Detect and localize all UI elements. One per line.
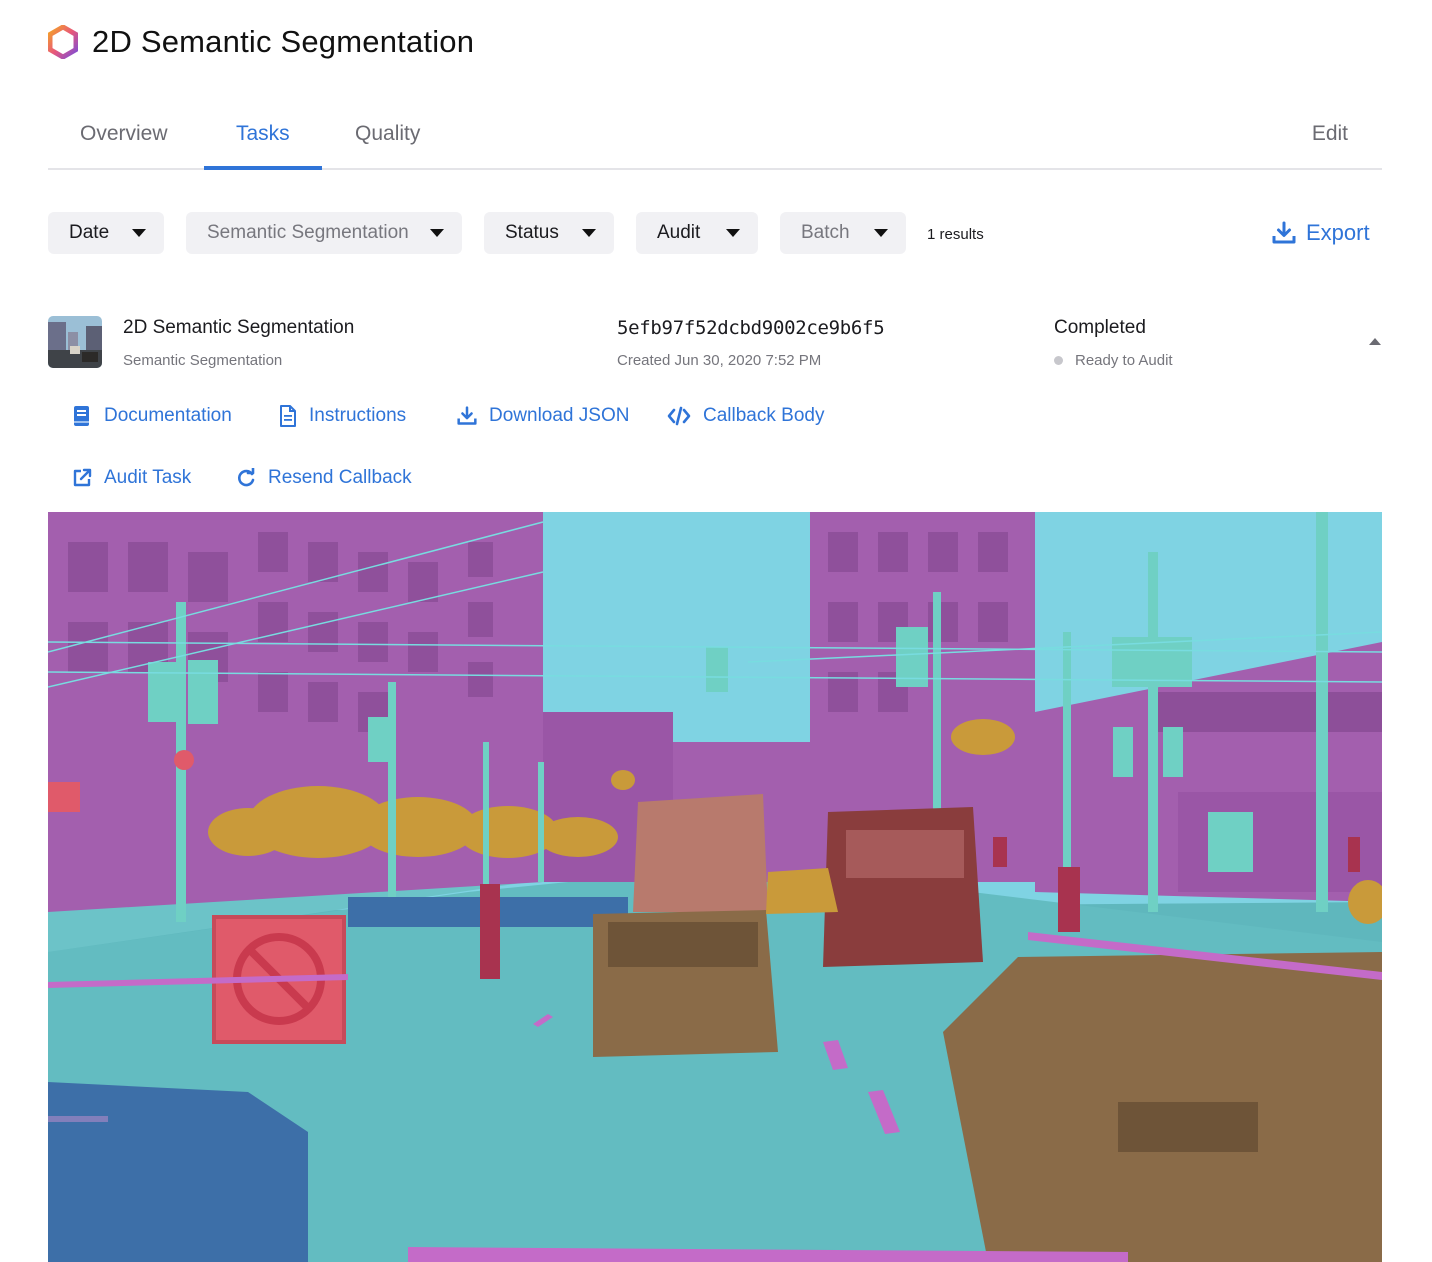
callback-body-label: Callback Body [703,405,825,426]
audit-task-link[interactable]: Audit Task [72,467,191,489]
caret-down-icon [132,229,146,237]
audit-filter-label: Audit [657,222,701,243]
tab-bar: Overview Tasks Quality Edit [48,108,1382,170]
audit-status-label: Ready to Audit [1075,352,1173,369]
caret-down-icon [726,229,740,237]
instructions-label: Instructions [309,405,407,426]
page-title: 2D Semantic Segmentation [92,24,475,59]
audit-status: Ready to Audit [1054,352,1173,369]
task-created-date: Created Jun 30, 2020 7:52 PM [617,352,822,369]
export-label: Export [1306,220,1370,245]
collapse-row-icon[interactable] [1369,338,1381,345]
download-icon [1272,221,1296,244]
tab-quality[interactable]: Quality [355,122,420,146]
status-filter-label: Status [505,222,559,243]
edit-button[interactable]: Edit [1312,122,1348,146]
documentation-link[interactable]: Documentation [72,405,232,427]
status-filter[interactable]: Status [484,212,614,254]
task-status: Completed [1054,317,1146,338]
caret-down-icon [430,229,444,237]
resend-callback-label: Resend Callback [268,467,412,488]
external-link-icon [73,468,92,487]
task-type-filter[interactable]: Semantic Segmentation [186,212,462,254]
book-icon [74,406,89,426]
caret-down-icon [582,229,596,237]
active-tab-indicator [204,166,322,170]
documentation-label: Documentation [104,405,232,426]
hexagon-logo-icon [48,25,78,59]
task-thumbnail[interactable] [48,316,102,368]
batch-filter[interactable]: Batch [780,212,906,254]
task-type-filter-label: Semantic Segmentation [207,222,409,243]
segmentation-image-viewer[interactable] [48,512,1382,1262]
segmentation-overlay [48,512,1382,1262]
instructions-link[interactable]: Instructions [279,405,406,427]
audit-filter[interactable]: Audit [636,212,758,254]
export-button[interactable]: Export [1272,220,1370,246]
file-text-icon [280,405,296,427]
refresh-icon [238,468,255,487]
tab-overview[interactable]: Overview [80,122,168,146]
download-icon [457,406,477,425]
download-json-label: Download JSON [489,405,630,426]
tab-tasks[interactable]: Tasks [236,122,290,146]
download-json-link[interactable]: Download JSON [457,405,629,427]
resend-callback-link[interactable]: Resend Callback [236,467,412,489]
task-type: Semantic Segmentation [123,352,283,369]
date-filter[interactable]: Date [48,212,164,254]
callback-body-link[interactable]: Callback Body [667,405,824,427]
task-id: 5efb97f52dcbd9002ce9b6f5 [617,317,885,339]
page-header: 2D Semantic Segmentation [48,24,474,60]
status-dot-icon [1054,356,1063,365]
date-filter-label: Date [69,222,110,243]
caret-down-icon [874,229,888,237]
code-icon [667,406,691,426]
audit-task-label: Audit Task [104,467,192,488]
results-count: 1 results [927,226,984,243]
batch-filter-label: Batch [801,222,850,243]
task-name: 2D Semantic Segmentation [123,317,355,338]
